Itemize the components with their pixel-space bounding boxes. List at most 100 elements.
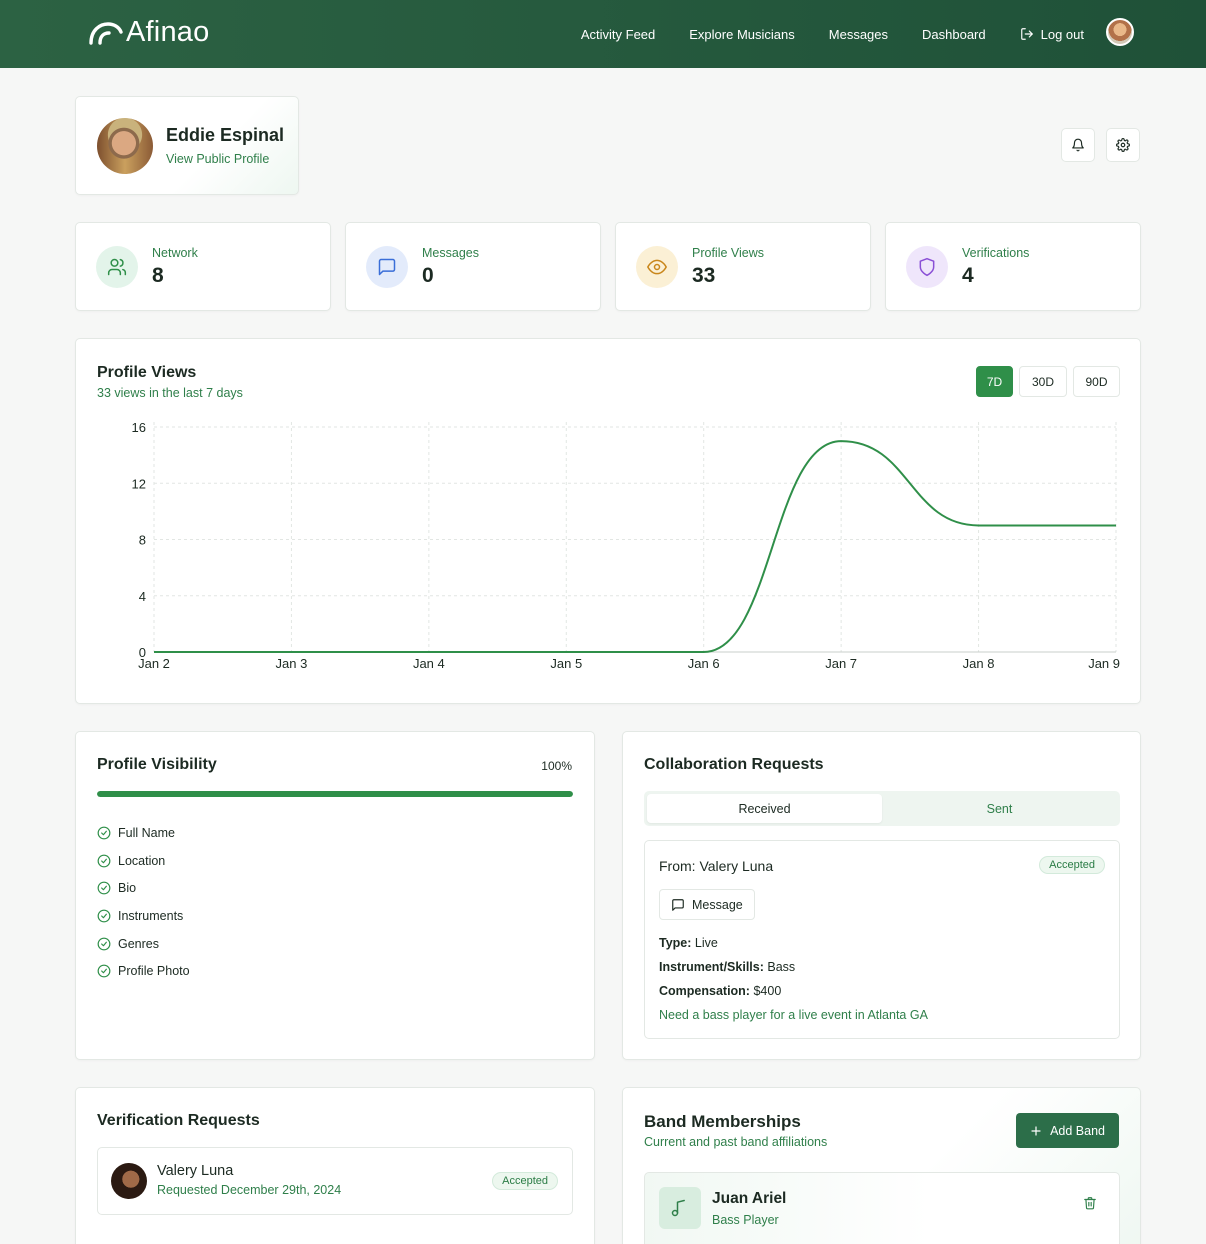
check-circle-icon: [97, 909, 111, 923]
verification-request-item[interactable]: Valery Luna Requested December 29th, 202…: [97, 1147, 573, 1215]
visibility-item-label: Profile Photo: [118, 964, 190, 979]
band-subtitle: Current and past band affiliations: [644, 1135, 828, 1149]
user-avatar[interactable]: [1106, 18, 1134, 46]
users-icon: [107, 258, 127, 276]
check-circle-icon: [97, 881, 111, 895]
y-tick-label: 8: [139, 533, 146, 548]
collaboration-requests-card: Collaboration Requests Received Sent Fro…: [622, 731, 1141, 1060]
nav-dashboard[interactable]: Dashboard: [922, 27, 986, 42]
x-tick-label: Jan 4: [413, 656, 445, 671]
nav-activity-feed[interactable]: Activity Feed: [581, 27, 655, 42]
nav-explore-musicians[interactable]: Explore Musicians: [689, 27, 795, 42]
bell-icon: [1072, 138, 1084, 152]
shield-icon: [919, 257, 935, 277]
verification-name: Valery Luna: [157, 1163, 234, 1179]
x-tick-label: Jan 3: [276, 656, 308, 671]
visibility-item-label: Genres: [118, 936, 159, 951]
request-skills: Instrument/Skills: Bass: [659, 960, 795, 974]
request-note: Need a bass player for a live event in A…: [659, 1008, 928, 1022]
check-circle-icon: [97, 854, 111, 867]
logo-mark-icon: [89, 21, 123, 45]
collab-request-item: From: Valery Luna Accepted Message Type:…: [644, 840, 1120, 1039]
stat-value: 33: [692, 264, 716, 287]
visibility-item: Profile Photo: [97, 957, 190, 985]
profile-card: Eddie Espinal View Public Profile: [75, 96, 299, 195]
request-comp-value: $400: [753, 984, 782, 998]
view-public-profile-link[interactable]: View Public Profile: [166, 152, 269, 166]
tab-sent[interactable]: Sent: [882, 794, 1117, 823]
status-badge: Accepted: [1039, 856, 1105, 874]
top-navbar: Afinao Activity Feed Explore Musicians M…: [0, 0, 1206, 68]
verification-requests-card: Verification Requests Valery Luna Reques…: [75, 1087, 595, 1244]
collab-title: Collaboration Requests: [644, 756, 824, 773]
add-band-button[interactable]: Add Band: [1016, 1113, 1119, 1148]
y-tick-label: 16: [132, 420, 146, 435]
request-skills-value: Bass: [767, 960, 796, 974]
stat-network[interactable]: Network 8: [75, 222, 331, 311]
eye-icon: [647, 259, 667, 275]
request-type-value: Live: [694, 936, 718, 950]
check-circle-icon: [97, 937, 111, 951]
brand-name: Afinao: [126, 16, 210, 48]
request-from: From: Valery Luna: [659, 858, 774, 874]
notifications-button[interactable]: [1061, 128, 1095, 162]
stat-icon-wrap: [636, 246, 678, 288]
gear-icon: [1116, 138, 1130, 152]
logout-label: Log out: [1040, 26, 1084, 42]
stat-value: 4: [962, 264, 974, 287]
band-member-role: Bass Player: [712, 1213, 779, 1227]
band-memberships-card: Band Memberships Current and past band a…: [622, 1087, 1141, 1244]
visibility-checklist: Full Name Location Bio Instruments Genres Pro…: [97, 819, 190, 985]
visibility-item: Bio: [97, 874, 190, 902]
band-title: Band Memberships: [644, 1112, 801, 1131]
visibility-progress-fill: [97, 791, 573, 797]
x-tick-label: Jan 9: [1088, 656, 1120, 671]
stat-value: 8: [152, 264, 164, 287]
visibility-item-label: Full Name: [118, 825, 175, 840]
tab-received[interactable]: Received: [647, 794, 882, 823]
stat-icon-wrap: [906, 246, 948, 288]
y-tick-label: 12: [132, 476, 146, 491]
visibility-title: Profile Visibility: [97, 756, 217, 773]
visibility-item-label: Bio: [118, 881, 137, 896]
stat-label: Profile Views: [692, 246, 765, 260]
visibility-item-label: Location: [118, 853, 166, 868]
avatar: [111, 1163, 147, 1199]
check-circle-icon: [97, 964, 111, 978]
x-tick-label: Jan 8: [963, 656, 995, 671]
visibility-item: Location: [97, 847, 190, 875]
profile-name: Eddie Espinal: [166, 125, 285, 145]
logout-icon: [1020, 28, 1033, 40]
profile-visibility-card: Profile Visibility 100% Full Name Locatio…: [75, 731, 595, 1060]
profile-avatar: [97, 118, 153, 174]
visibility-item: Full Name: [97, 819, 190, 847]
x-tick-label: Jan 7: [825, 656, 857, 671]
request-type-label: Type:: [659, 936, 692, 950]
music-note-icon: [671, 1199, 685, 1217]
brand-logo[interactable]: Afinao: [88, 16, 209, 49]
plus-icon: [1031, 1125, 1041, 1136]
stat-verifications[interactable]: Verifications 4: [885, 222, 1141, 311]
band-icon-wrap: [659, 1187, 701, 1229]
logout-button[interactable]: Log out: [1020, 27, 1084, 42]
add-band-label: Add Band: [1050, 1123, 1105, 1138]
settings-button[interactable]: [1106, 128, 1140, 162]
message-button[interactable]: Message: [659, 889, 755, 920]
stat-label: Messages: [422, 246, 479, 260]
visibility-item: Genres: [97, 930, 190, 958]
request-comp-label: Compensation:: [659, 984, 750, 998]
nav-messages[interactable]: Messages: [829, 27, 888, 42]
visibility-item-label: Instruments: [118, 908, 184, 923]
collab-tabs: Received Sent: [644, 791, 1120, 826]
request-skills-label: Instrument/Skills:: [659, 960, 764, 974]
check-circle-icon: [97, 826, 111, 840]
stat-messages[interactable]: Messages 0: [345, 222, 601, 311]
profile-views-card: Profile Views 33 views in the last 7 day…: [75, 338, 1141, 704]
trash-icon[interactable]: [1083, 1196, 1097, 1210]
x-tick-label: Jan 2: [138, 656, 170, 671]
visibility-percent: 100%: [541, 759, 572, 773]
stat-icon-wrap: [366, 246, 408, 288]
stat-profile-views[interactable]: Profile Views 33: [615, 222, 871, 311]
band-member-name: Juan Ariel: [712, 1190, 787, 1207]
message-icon: [378, 258, 396, 276]
